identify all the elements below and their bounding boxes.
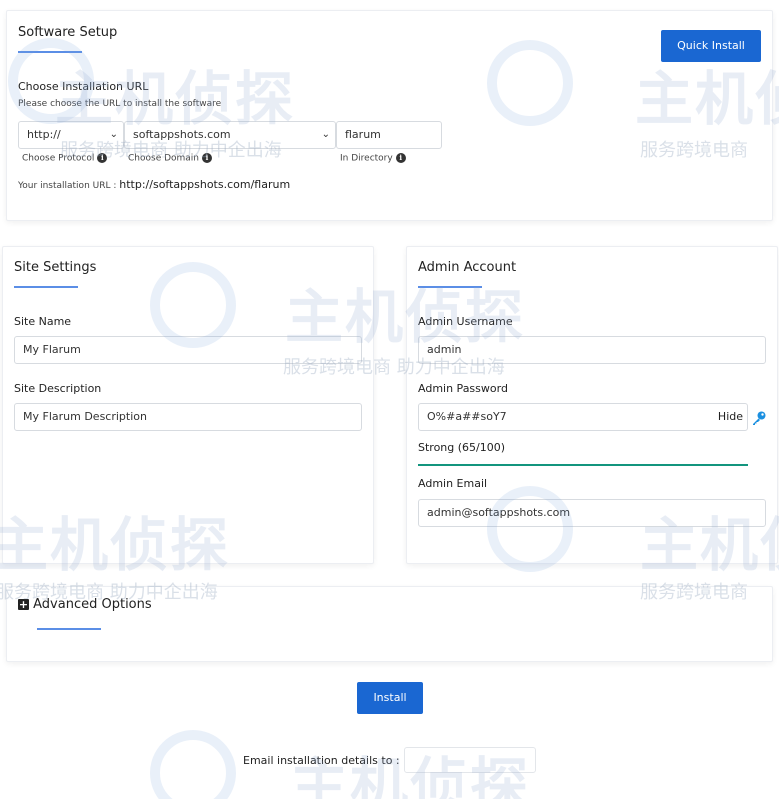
protocol-select[interactable]: http:// ⌄ [18,121,124,149]
chevron-down-icon: ⌄ [321,129,330,140]
admin-username-label: Admin Username [418,315,513,328]
directory-label-text: In Directory [340,153,393,164]
protocol-select-value: http:// [27,128,61,141]
advanced-options-toggle[interactable]: + Advanced Options [18,597,152,612]
password-strength-bar [418,464,748,466]
admin-password-input[interactable]: O%#a##soY7 Hide [418,403,748,431]
software-setup-underline [18,51,82,53]
choose-url-heading: Choose Installation URL [18,80,149,93]
install-button[interactable]: Install [357,682,423,714]
admin-account-underline [418,286,482,288]
advanced-options-label: Advanced Options [33,597,152,612]
domain-select[interactable]: softappshots.com ⌄ [124,121,336,149]
hide-password-button[interactable]: Hide [718,404,743,430]
domain-label: Choose Domain i [128,153,213,164]
admin-email-input[interactable]: admin@softappshots.com [418,499,766,527]
email-details-input[interactable] [404,747,536,773]
directory-label: In Directory i [340,153,406,164]
site-settings-title: Site Settings [14,260,97,275]
password-strength-text: Strong (65/100) [418,441,506,454]
protocol-label: Choose Protocol i [22,153,108,164]
protocol-label-text: Choose Protocol [22,153,95,164]
install-url-line: Your installation URL : http://softappsh… [18,178,290,191]
site-settings-underline [14,286,78,288]
domain-label-text: Choose Domain [128,153,200,164]
site-name-input[interactable]: My Flarum [14,336,362,364]
site-name-label: Site Name [14,315,72,328]
quick-install-button[interactable]: Quick Install [661,30,761,62]
choose-url-help: Please choose the URL to install the sof… [18,99,222,109]
install-url-value: http://softappshots.com/flarum [119,178,291,191]
advanced-options-underline [37,628,101,630]
admin-password-value: O%#a##soY7 [427,410,507,423]
plus-square-icon: + [18,598,29,611]
site-description-input[interactable]: My Flarum Description [14,403,362,431]
site-description-label: Site Description [14,382,102,395]
info-icon[interactable]: i [395,153,406,163]
admin-username-input[interactable]: admin [418,336,766,364]
admin-email-label: Admin Email [418,477,488,490]
info-icon[interactable]: i [97,153,108,163]
chevron-down-icon: ⌄ [109,129,118,140]
key-icon[interactable] [751,410,767,426]
directory-input[interactable]: flarum [336,121,442,149]
domain-select-value: softappshots.com [133,128,231,141]
info-icon[interactable]: i [202,153,213,163]
admin-account-title: Admin Account [418,260,517,275]
install-url-prefix: Your installation URL : [18,181,117,191]
email-details-label: Email installation details to : [243,754,400,767]
software-setup-title: Software Setup [18,25,118,40]
admin-password-label: Admin Password [418,382,508,395]
